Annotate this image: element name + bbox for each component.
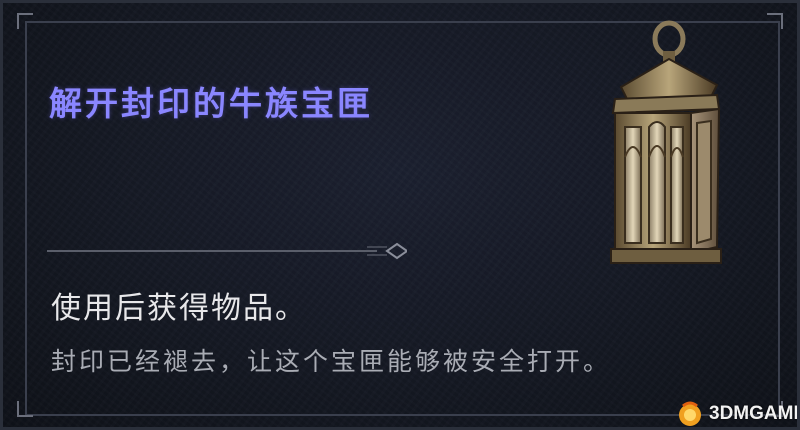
corner-ornament (767, 13, 783, 29)
watermark-text: 3DMGAME (709, 403, 800, 424)
ornamental-divider (47, 242, 407, 260)
item-name: 解开封印的牛族宝匣 (49, 84, 373, 123)
corner-ornament (17, 13, 33, 29)
item-tooltip: 解开封印的牛族宝匣 使用后获得物品。 封印已经褪去，让这个宝匣能够被安全打开。 … (0, 0, 800, 430)
watermark: 3DMGAME (675, 399, 800, 427)
corner-ornament (17, 401, 33, 417)
item-type-line: 使用后获得物品。 (51, 291, 307, 326)
3dm-logo-icon (679, 401, 701, 426)
lantern-icon (610, 20, 722, 264)
item-description: 封印已经褪去，让这个宝匣能够被安全打开。 (51, 347, 612, 376)
